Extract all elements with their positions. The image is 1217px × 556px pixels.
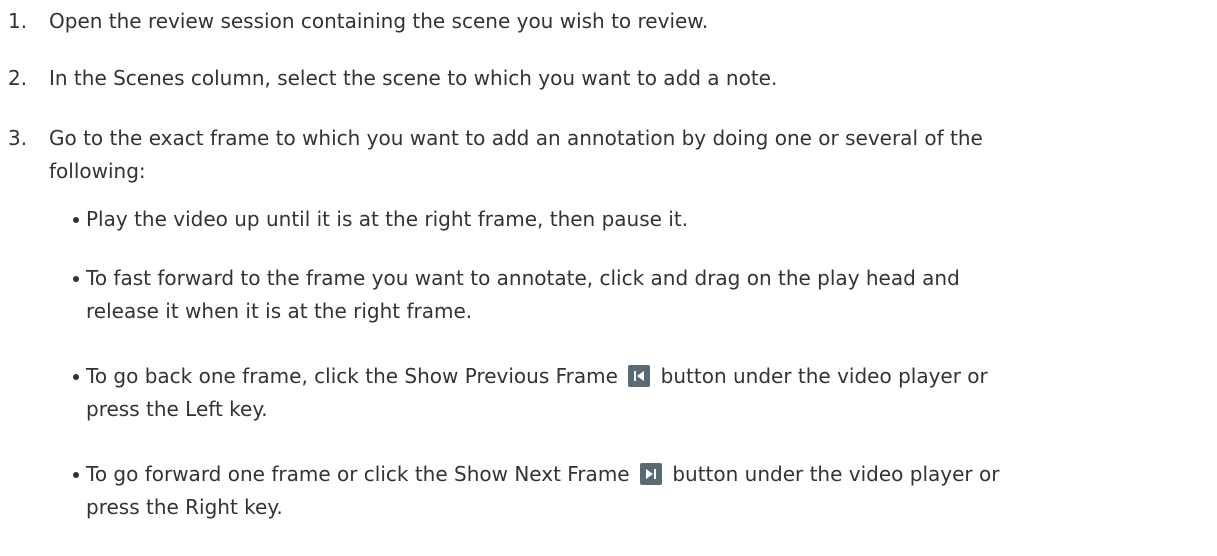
show-next-frame-icon	[639, 463, 662, 485]
bullet-text: Play the video up until it is at the rig…	[86, 207, 689, 231]
step-text: Open the review session containing the s…	[49, 9, 709, 33]
step-text-line: following:	[49, 159, 146, 183]
bullet-item: To go back one frame, click the Show Pre…	[72, 360, 1192, 426]
show-previous-frame-icon	[628, 365, 651, 387]
step-2: 2. In the Scenes column, select the scen…	[8, 62, 1188, 95]
step-text-line: Go to the exact frame to which you want …	[49, 126, 983, 150]
bullet-text-line: press the Right key.	[86, 495, 283, 519]
bullet-text-post: button under the video player or	[672, 462, 1000, 486]
bullet-text-post: button under the video player or	[660, 364, 988, 388]
bullet-text-block: To go forward one frame or click the Sho…	[86, 458, 1192, 524]
bullet-dot	[72, 262, 86, 328]
bullet-dot	[72, 458, 86, 524]
bullet-item: Play the video up until it is at the rig…	[72, 203, 1192, 236]
step-3: 3. Go to the exact frame to which you wa…	[8, 122, 1188, 188]
bullet-item: To fast forward to the frame you want to…	[72, 262, 1192, 328]
bullet-text-block: To go back one frame, click the Show Pre…	[86, 360, 1192, 426]
bullet-item: To go forward one frame or click the Sho…	[72, 458, 1192, 524]
bullet-text-pre: To go forward one frame or click the Sho…	[86, 462, 630, 486]
step-number: 2.	[8, 66, 28, 90]
bullet-text-line: To fast forward to the frame you want to…	[86, 266, 960, 290]
step-text: In the Scenes column, select the scene t…	[49, 66, 778, 90]
step-number: 3.	[8, 126, 28, 150]
step-1: 1. Open the review session containing th…	[8, 5, 1188, 38]
bullet-dot	[72, 360, 86, 426]
document-page: 1. Open the review session containing th…	[0, 0, 1217, 556]
bullet-text-pre: To go back one frame, click the Show Pre…	[86, 364, 618, 388]
bullet-text-line: release it when it is at the right frame…	[86, 299, 473, 323]
bullet-text-line: press the Left key.	[86, 397, 268, 421]
bullet-dot	[72, 203, 86, 236]
step-text-block: Go to the exact frame to which you want …	[49, 122, 1188, 188]
bullet-text-block: To fast forward to the frame you want to…	[86, 262, 1192, 328]
step-number: 1.	[8, 9, 28, 33]
